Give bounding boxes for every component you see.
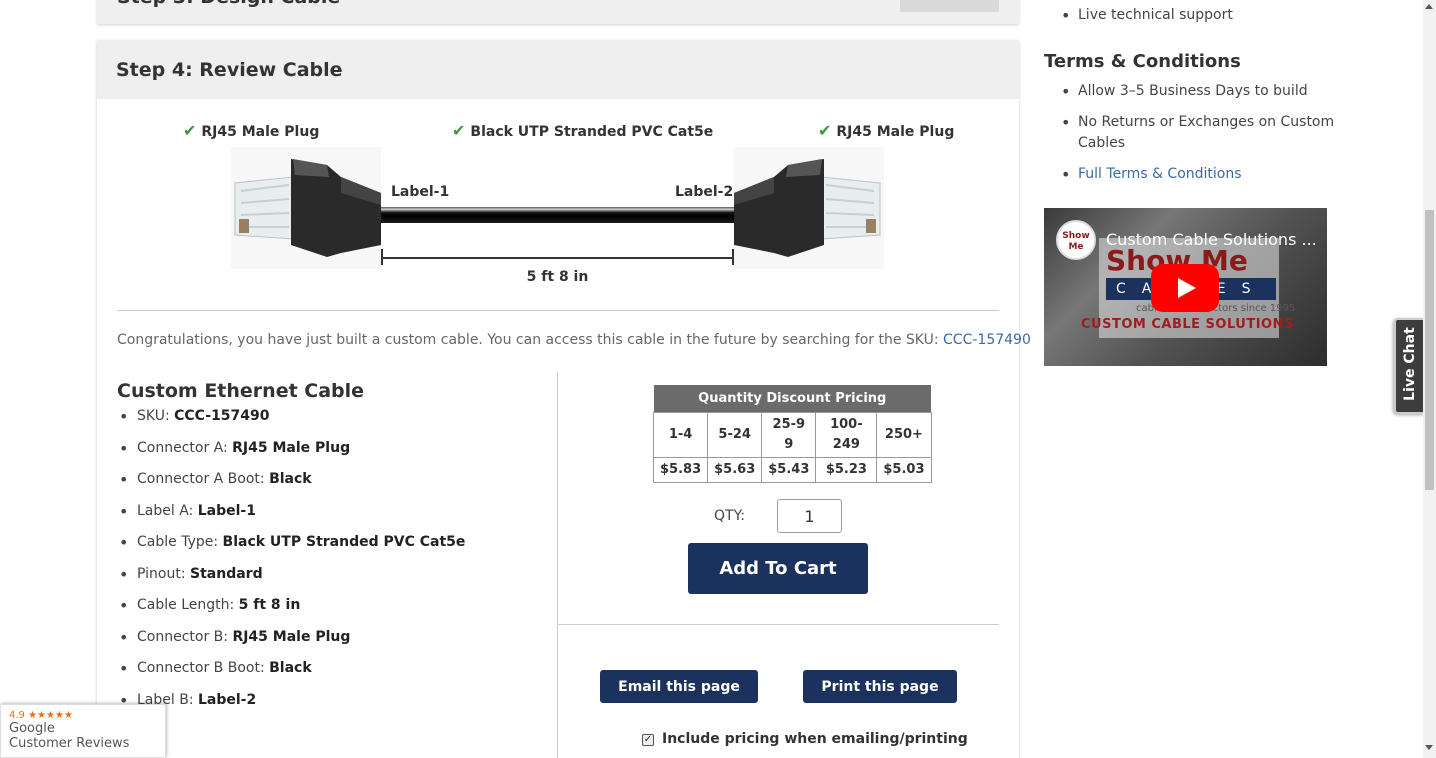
check-icon: ✔ (452, 121, 466, 140)
rating-stars: 4.9 ★★★★★ (9, 710, 73, 721)
price-cell: $5.43 (761, 456, 817, 483)
check-icon: ✔ (183, 121, 197, 140)
detail-label-a: Label A: Label-1 (117, 502, 537, 535)
tier-cell: 250+ (876, 411, 932, 458)
column-divider (557, 372, 558, 758)
cable-details: Custom Ethernet Cable SKU: CCC-157490 Co… (117, 380, 537, 723)
support-item: Live technical support (1044, 5, 1344, 26)
google-reviews-badge[interactable]: 4.9 ★★★★★ Google Customer Reviews (0, 704, 166, 758)
video-tagline: CUSTOM CABLE SOLUTIONS (1081, 317, 1294, 332)
step3-edit-button[interactable] (900, 0, 999, 12)
detail-connector-b-boot: Connector B Boot: Black (117, 659, 537, 692)
page-scrollbar[interactable] (1423, 0, 1436, 758)
tier-cell: 25-99 (761, 411, 817, 458)
detail-cable-type: Cable Type: Black UTP Stranded PVC Cat5e (117, 533, 537, 566)
live-chat-label: Live Chat (1402, 327, 1418, 401)
terms-title: Terms & Conditions (1044, 51, 1241, 72)
pricing-title: Quantity Discount Pricing (653, 385, 931, 412)
scroll-down-icon[interactable] (1425, 745, 1433, 750)
length-text: 5 ft 8 in (526, 269, 589, 285)
step4-title: Step 4: Review Cable (97, 40, 1019, 99)
detail-label-b: Label B: Label-2 (117, 691, 537, 724)
connector-b-label: ✔ RJ45 Male Plug (818, 121, 955, 140)
end-label-1: Label-1 (391, 184, 450, 200)
detail-connector-a: Connector A: RJ45 Male Plug (117, 439, 537, 472)
detail-connector-a-boot: Connector A Boot: Black (117, 470, 537, 503)
price-cell: $5.23 (815, 456, 878, 483)
step4-panel: Step 4: Review Cable ✔ RJ45 Male Plug ✔ Bl… (97, 40, 1031, 758)
qty-input[interactable] (777, 499, 842, 533)
terms-link-item: Full Terms & Conditions (1044, 164, 1344, 185)
step3-panel[interactable]: Step 3: Design Cable (97, 0, 1019, 24)
check-icon: ✔ (818, 121, 832, 140)
connector-a-label: ✔ RJ45 Male Plug (183, 121, 320, 140)
quantity-pricing-table: Quantity Discount Pricing 1-4 5-24 25-99… (652, 385, 932, 483)
add-to-cart-button[interactable]: Add To Cart (688, 543, 868, 594)
channel-logo: Show Me (1056, 220, 1096, 260)
length-dimension (381, 247, 734, 267)
congrats-message: Congratulations, you have just built a c… (117, 332, 1031, 348)
tier-cell: 5-24 (707, 411, 763, 458)
tier-cell: 100-249 (815, 411, 878, 458)
include-pricing-option[interactable]: ✓ Include pricing when emailing/printing (642, 731, 968, 747)
live-chat-tab[interactable]: Live Chat (1394, 318, 1424, 414)
cable-type-label: ✔ Black UTP Stranded PVC Cat5e (452, 121, 714, 140)
price-cell: $5.63 (707, 456, 763, 483)
divider (117, 310, 999, 311)
terms-item: Allow 3–5 Business Days to build (1044, 81, 1344, 102)
video-embed[interactable]: Show Me Custom Cable Solutions ... Show … (1044, 208, 1327, 366)
print-page-button[interactable]: Print this page (803, 670, 957, 703)
details-title: Custom Ethernet Cable (117, 380, 365, 402)
rj45-plug-b-image (734, 147, 884, 269)
scroll-up-icon[interactable] (1425, 4, 1433, 9)
full-terms-link[interactable]: Full Terms & Conditions (1078, 166, 1242, 182)
terms-item: No Returns or Exchanges on Custom Cables (1044, 112, 1344, 154)
detail-sku: SKU: CCC-157490 (117, 407, 537, 440)
details-list: SKU: CCC-157490 Connector A: RJ45 Male P… (117, 407, 537, 724)
detail-cable-length: Cable Length: 5 ft 8 in (117, 596, 537, 629)
detail-connector-b: Connector B: RJ45 Male Plug (117, 628, 537, 661)
scrollbar-thumb[interactable] (1425, 210, 1434, 490)
reviews-label: Customer Reviews (9, 736, 130, 751)
divider (558, 624, 999, 625)
tier-cell: 1-4 (652, 411, 709, 458)
price-cell: $5.83 (652, 456, 709, 483)
sku-link[interactable]: CCC-157490 (943, 332, 1031, 348)
include-pricing-checkbox[interactable]: ✓ (642, 734, 654, 746)
qty-label: QTY: (714, 508, 745, 524)
cable-line (381, 207, 734, 223)
email-page-button[interactable]: Email this page (600, 670, 758, 703)
rj45-plug-a-image (231, 147, 381, 269)
detail-pinout: Pinout: Standard (117, 565, 537, 598)
play-icon[interactable] (1151, 264, 1219, 312)
cable-diagram: ✔ RJ45 Male Plug ✔ Black UTP Stranded PVC … (97, 99, 1019, 311)
google-label: Google (9, 721, 55, 736)
price-cell: $5.03 (876, 456, 932, 483)
step3-title: Step 3: Design Cable (117, 0, 340, 8)
end-label-2: Label-2 (675, 184, 734, 200)
